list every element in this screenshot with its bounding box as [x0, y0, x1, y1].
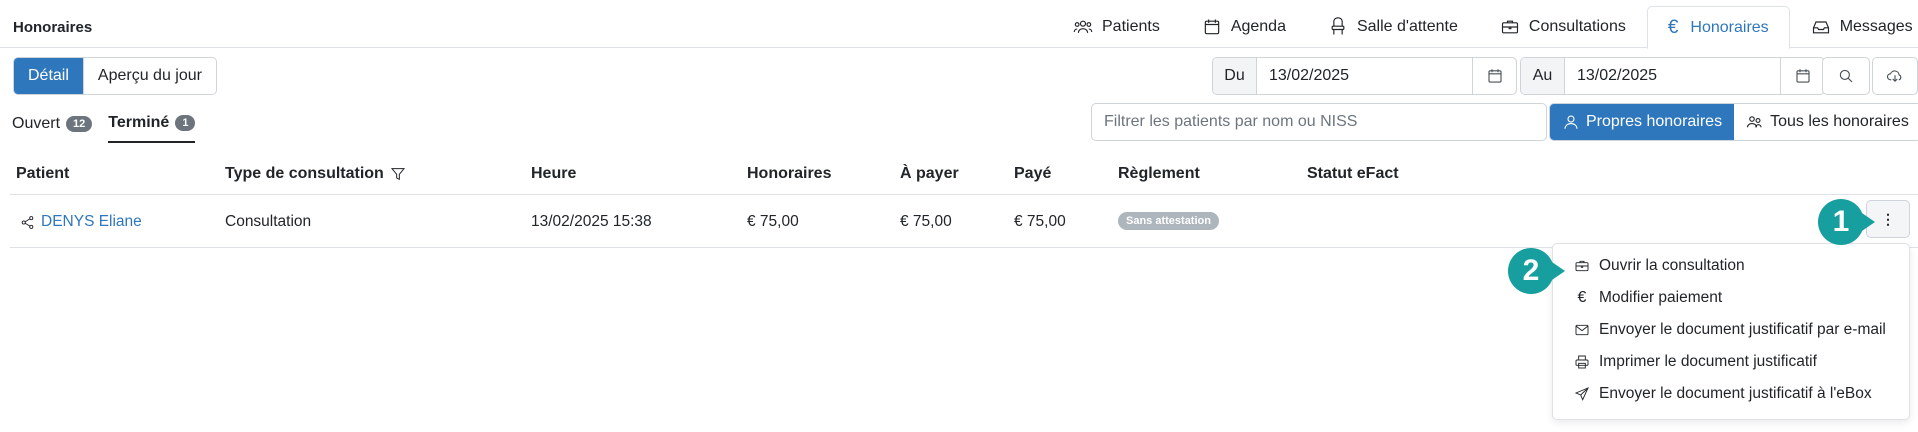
tab-consultations-label: Consultations [1528, 18, 1626, 35]
tab-agenda-label: Agenda [1230, 18, 1286, 35]
menu-open-consultation-label: Ouvrir la consultation [1599, 257, 1745, 274]
detail-button[interactable]: Détail [14, 58, 83, 94]
tab-consultations[interactable]: Consultations [1479, 6, 1647, 48]
date-to-group: Au 13/02/2025 [1520, 57, 1825, 95]
menu-print[interactable]: Imprimer le document justificatif [1553, 346, 1909, 378]
tab-ouvert[interactable]: Ouvert 12 [12, 114, 93, 143]
status-tabs: Ouvert 12 Terminé 1 [12, 114, 196, 143]
column-efact[interactable]: Statut eFact [1307, 165, 1399, 183]
date-from-group: Du 13/02/2025 [1212, 57, 1517, 95]
users-icon [1747, 116, 1762, 128]
tab-waiting-room[interactable]: Salle d'attente [1307, 6, 1479, 48]
own-fees-label: Propres honoraires [1586, 113, 1723, 130]
inbox-icon [1812, 21, 1829, 34]
callout-marker-2: 2 [1508, 248, 1554, 294]
consultation-type: Consultation [225, 213, 312, 230]
count-badge: 1 [175, 115, 196, 131]
filter-icon[interactable] [390, 166, 406, 182]
share-nodes-icon [21, 215, 34, 229]
column-type[interactable]: Type de consultation [225, 165, 406, 183]
menu-open-consultation[interactable]: Ouvrir la consultation [1553, 250, 1909, 282]
row-actions-menu: Ouvrir la consultation € Modifier paieme… [1552, 243, 1910, 420]
column-paid[interactable]: Payé [1014, 165, 1051, 183]
date-to-picker-button[interactable] [1780, 58, 1824, 94]
patient-name[interactable]: DENYS Eliane [41, 213, 142, 231]
column-type-label: Type de consultation [225, 165, 384, 182]
calendar-icon [1795, 69, 1810, 83]
callout-arrow-2 [1549, 260, 1565, 282]
menu-send-email[interactable]: Envoyer le document justificatif par e-m… [1553, 314, 1909, 346]
top-bar: Honoraires Patients Agenda Salle d'atten… [0, 0, 1918, 49]
patient-link[interactable]: DENYS Eliane [20, 213, 142, 231]
tab-waiting-room-label: Salle d'attente [1356, 18, 1458, 35]
page-title: Honoraires [13, 19, 93, 36]
callout-marker-1: 1 [1818, 199, 1864, 245]
menu-edit-payment[interactable]: € Modifier paiement [1553, 282, 1909, 314]
all-fees-button[interactable]: Tous les honoraires [1734, 104, 1918, 140]
tab-honoraires-label: Honoraires [1690, 18, 1769, 36]
menu-send-ebox-label: Envoyer le document justificatif à l'eBo… [1599, 385, 1872, 402]
table-header: Patient Type de consultation Heure Honor… [10, 162, 1918, 195]
euro-icon: € [1667, 16, 1679, 38]
column-time[interactable]: Heure [531, 165, 576, 183]
tab-termine[interactable]: Terminé 1 [108, 114, 196, 143]
briefcase-icon [1501, 20, 1518, 34]
status-badge: Sans attestation [1118, 212, 1219, 230]
euro-icon: € [1577, 289, 1587, 306]
menu-send-ebox[interactable]: Envoyer le document justificatif à l'eBo… [1553, 378, 1909, 410]
all-fees-label: Tous les honoraires [1770, 113, 1909, 130]
tab-messages[interactable]: Messages [1790, 6, 1918, 48]
kebab-icon: ⋮ [1881, 211, 1895, 227]
briefcase-icon [1575, 260, 1589, 272]
date-from-prefix: Du [1213, 58, 1257, 94]
search-icon [1839, 69, 1853, 83]
date-to-input[interactable]: 13/02/2025 [1565, 58, 1780, 94]
menu-edit-payment-label: Modifier paiement [1599, 289, 1723, 306]
search-button[interactable] [1822, 57, 1870, 95]
calendar-icon [1487, 69, 1502, 83]
callout-arrow-1 [1859, 211, 1875, 233]
view-toggle: Détail Aperçu du jour [13, 57, 217, 95]
tab-ouvert-label: Ouvert [12, 115, 61, 132]
printer-icon [1575, 355, 1589, 369]
tab-messages-label: Messages [1839, 18, 1913, 35]
column-settlement[interactable]: Règlement [1118, 165, 1200, 183]
tab-agenda[interactable]: Agenda [1181, 6, 1307, 48]
column-patient[interactable]: Patient [16, 165, 69, 183]
patient-filter-input[interactable]: Filtrer les patients par nom ou NISS [1091, 103, 1547, 141]
cloud-download-icon [1887, 70, 1902, 83]
paid-amount: € 75,00 [1014, 213, 1066, 230]
scope-toggle: Propres honoraires Tous les honoraires [1549, 103, 1918, 141]
table-row: DENYS Eliane Consultation 13/02/2025 15:… [10, 196, 1918, 248]
tab-patients[interactable]: Patients [1052, 6, 1181, 48]
menu-print-label: Imprimer le document justificatif [1599, 353, 1817, 370]
main-nav: Patients Agenda Salle d'attente Consulta… [1052, 6, 1918, 49]
count-badge: 12 [66, 116, 93, 132]
calendar-icon [1204, 19, 1220, 35]
users-icon [1073, 20, 1093, 33]
chair-icon [1331, 17, 1345, 35]
fees-amount: € 75,00 [747, 213, 799, 230]
consultation-time: 13/02/2025 15:38 [531, 213, 652, 230]
own-fees-button[interactable]: Propres honoraires [1550, 104, 1735, 140]
envelope-icon [1575, 324, 1589, 336]
menu-send-email-label: Envoyer le document justificatif par e-m… [1599, 321, 1886, 338]
user-icon [1564, 115, 1578, 129]
column-fees[interactable]: Honoraires [747, 165, 831, 183]
date-from-picker-button[interactable] [1472, 58, 1516, 94]
to-pay-amount: € 75,00 [900, 213, 952, 230]
send-icon [1574, 387, 1589, 401]
tab-honoraires[interactable]: € Honoraires [1646, 6, 1790, 49]
date-to-prefix: Au [1521, 58, 1565, 94]
tab-termine-label: Terminé [108, 114, 170, 131]
date-from-input[interactable]: 13/02/2025 [1257, 58, 1472, 94]
tab-patients-label: Patients [1102, 18, 1160, 35]
download-button[interactable] [1872, 57, 1918, 95]
day-overview-button[interactable]: Aperçu du jour [82, 58, 216, 94]
column-to-pay[interactable]: À payer [900, 165, 959, 183]
